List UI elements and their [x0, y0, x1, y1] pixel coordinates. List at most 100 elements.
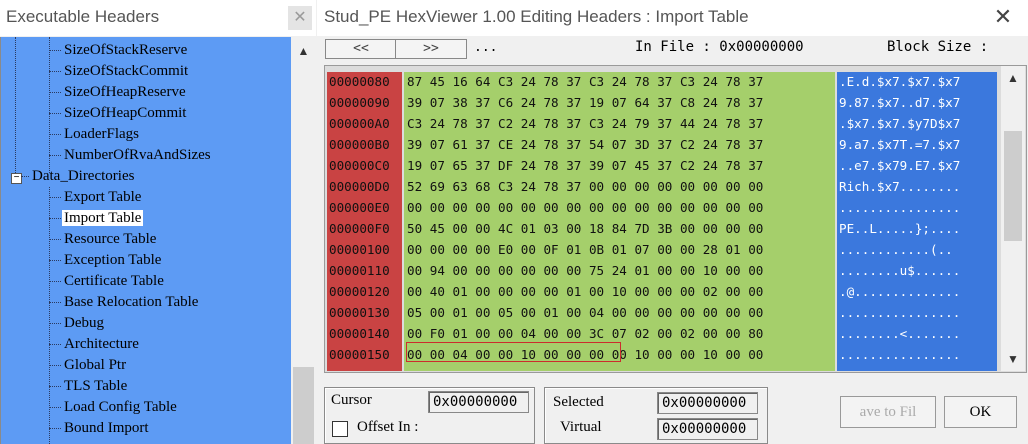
- hex-byte-row[interactable]: 50 45 00 00 4C 01 03 00 18 84 7D 3B 00 0…: [407, 218, 763, 239]
- tree-item[interactable]: SizeOfHeapReserve: [62, 82, 188, 103]
- left-window-title: Executable Headers: [6, 7, 160, 26]
- more-button[interactable]: ...: [474, 40, 497, 55]
- tree-item[interactable]: Export Table: [62, 187, 143, 208]
- scroll-up-icon[interactable]: ▲: [1001, 66, 1025, 90]
- executable-headers-window: Executable Headers ✕ − SizeOfStackReserv…: [0, 0, 316, 444]
- hex-byte-row[interactable]: 39 07 61 37 CE 24 78 37 54 07 3D 37 C2 2…: [407, 134, 763, 155]
- tree-item-label: Debug: [64, 315, 104, 331]
- hex-ascii-row[interactable]: Rich.$x7........: [839, 176, 960, 197]
- tree-scroll-thumb[interactable]: [293, 367, 314, 444]
- hex-byte-row[interactable]: C3 24 78 37 C2 24 78 37 C3 24 79 37 44 2…: [407, 113, 763, 134]
- hex-ascii-row[interactable]: PE..L.....};....: [839, 218, 960, 239]
- selection-highlight: [406, 342, 621, 362]
- tree-item[interactable]: LoaderFlags: [62, 124, 141, 145]
- header-tree: − SizeOfStackReserve SizeOfStackCommit Siz…: [0, 37, 292, 444]
- hex-byte-row[interactable]: 00 00 00 00 10 00 00 00 00 00 00 00 00 0…: [407, 365, 763, 371]
- hex-offset: 00000130: [329, 305, 390, 320]
- tree-item[interactable]: Load Config Table: [62, 397, 179, 418]
- virtual-value: 0x00000000: [657, 418, 758, 440]
- in-file-label: In File : 0x00000000: [635, 39, 804, 55]
- hex-offset: 00000140: [329, 326, 390, 341]
- hex-ascii-row[interactable]: 9.87.$x7..d7.$x7: [839, 92, 960, 113]
- hex-ascii-row[interactable]: .E.d.$x7.$x7.$x7: [839, 72, 960, 92]
- hex-offset: 00000120: [329, 284, 390, 299]
- hex-byte-grid[interactable]: 87 45 16 64 C3 24 78 37 C3 24 78 37 C3 2…: [404, 72, 835, 371]
- hex-ascii-row[interactable]: 9.a7.$x7T.=7.$x7: [839, 134, 960, 155]
- left-close-icon[interactable]: ✕: [288, 6, 312, 30]
- hex-byte-row[interactable]: 19 07 65 37 DF 24 78 37 39 07 45 37 C2 2…: [407, 155, 763, 176]
- hex-scroll-thumb[interactable]: [1004, 131, 1022, 241]
- tree-item-label: Load Config Table: [64, 399, 177, 415]
- hex-ascii-row[interactable]: ........u$......: [839, 260, 960, 281]
- offset-in-label: Offset In :: [357, 419, 419, 435]
- tree-item-label: Architecture: [64, 336, 139, 352]
- scroll-up-icon[interactable]: ▲: [291, 37, 316, 65]
- ok-button[interactable]: OK: [944, 396, 1017, 428]
- hex-ascii-row[interactable]: ................: [839, 197, 960, 218]
- tree-item-label: Data_Directories: [32, 168, 135, 184]
- tree-item-label: LoaderFlags: [64, 126, 139, 142]
- collapse-icon[interactable]: −: [11, 173, 22, 184]
- hexviewer-title: Stud_PE HexViewer 1.00 Editing Headers :…: [324, 7, 749, 26]
- tree-item[interactable]: Exception Table: [62, 250, 163, 271]
- hex-ascii-row[interactable]: ................: [839, 302, 960, 323]
- hex-byte-row[interactable]: 00 40 01 00 00 00 00 01 00 10 00 00 00 0…: [407, 281, 763, 302]
- tree-item[interactable]: Bound Import: [62, 418, 151, 439]
- hex-byte-row[interactable]: 39 07 38 37 C6 24 78 37 19 07 64 37 C8 2…: [407, 92, 763, 113]
- prev-block-button[interactable]: <<: [325, 39, 397, 59]
- tree-item-label: Import Table: [62, 210, 144, 226]
- hex-offset: 000000C0: [329, 158, 390, 173]
- hex-ascii-row[interactable]: ........<.......: [839, 323, 960, 344]
- tree-item[interactable]: Debug: [62, 313, 106, 334]
- hex-ascii-row[interactable]: ................: [839, 344, 960, 365]
- hex-toolbar: << >> ... In File : 0x00000000 Block Siz…: [317, 36, 1028, 60]
- tree-item[interactable]: SizeOfStackCommit: [62, 61, 190, 82]
- tree-item[interactable]: Certificate Table: [62, 271, 166, 292]
- tree-group-data-directories[interactable]: Data_Directories: [30, 166, 136, 187]
- tree-item[interactable]: SizeOfHeapCommit: [62, 103, 188, 124]
- hex-ascii-row[interactable]: ................: [839, 365, 960, 371]
- save-to-file-button[interactable]: ave to Fil: [840, 396, 936, 428]
- tree-item[interactable]: Architecture: [62, 334, 141, 355]
- hex-ascii-row[interactable]: .$x7.$x7.$y7D$x7: [839, 113, 960, 134]
- tree-item-label: Bound Import: [64, 420, 149, 436]
- next-block-button[interactable]: >>: [395, 39, 467, 59]
- tree-item[interactable]: Resource Table: [62, 229, 158, 250]
- block-size-label: Block Size :: [887, 39, 989, 55]
- scroll-down-icon[interactable]: ▼: [1001, 347, 1025, 371]
- tree-item-label: Global Ptr: [64, 357, 127, 373]
- tree-item[interactable]: Base Relocation Table: [62, 292, 200, 313]
- hex-scrollbar[interactable]: ▲ ▼: [1001, 66, 1025, 371]
- hex-byte-row[interactable]: 05 00 01 00 05 00 01 00 04 00 00 00 00 0…: [407, 302, 763, 323]
- hexviewer-window: Stud_PE HexViewer 1.00 Editing Headers :…: [317, 0, 1028, 444]
- tree-scrollbar[interactable]: ▲: [291, 37, 316, 444]
- hex-byte-row[interactable]: 00 00 00 00 E0 00 0F 01 0B 01 07 00 00 2…: [407, 239, 763, 260]
- tree-item[interactable]: NumberOfRvaAndSizes: [62, 145, 213, 166]
- offset-in-checkbox[interactable]: [332, 421, 348, 437]
- tree-item[interactable]: Global Ptr: [62, 355, 128, 376]
- hex-offset-column: 00000080 00000090 000000A0 000000B0 000000C0…: [327, 72, 402, 371]
- hex-offset: 00000080: [329, 74, 390, 89]
- hex-ascii-row[interactable]: .@..............: [839, 281, 960, 302]
- tree-item[interactable]: SizeOfStackReserve: [62, 40, 189, 61]
- tree-item-label: Exception Table: [64, 252, 162, 268]
- hex-offset: 000000D0: [329, 179, 390, 194]
- tree-item[interactable]: Import Table: [62, 208, 144, 229]
- close-icon[interactable]: ✕: [989, 3, 1017, 31]
- hex-byte-row[interactable]: 00 F0 01 00 00 04 00 00 3C 07 02 00 02 0…: [407, 323, 763, 344]
- hex-ascii-row[interactable]: ............(..: [839, 239, 953, 260]
- hex-offset: 00000100: [329, 242, 390, 257]
- hex-offset: 00000160: [329, 365, 390, 371]
- hex-byte-row[interactable]: 87 45 16 64 C3 24 78 37 C3 24 78 37 C3 2…: [407, 72, 763, 92]
- hex-offset: 000000E0: [329, 200, 390, 215]
- hex-ascii-column[interactable]: .E.d.$x7.$x7.$x7 9.87.$x7..d7.$x7 .$x7.$x7…: [837, 72, 997, 371]
- hex-byte-row[interactable]: 00 94 00 00 00 00 00 00 75 24 01 00 00 1…: [407, 260, 763, 281]
- selected-label: Selected: [553, 394, 604, 410]
- hex-offset: 000000F0: [329, 221, 390, 236]
- hex-ascii-row[interactable]: ..e7.$x79.E7.$x7: [839, 155, 960, 176]
- tree-item[interactable]: TLS Table: [62, 376, 129, 397]
- hex-byte-row[interactable]: 52 69 63 68 C3 24 78 37 00 00 00 00 00 0…: [407, 176, 763, 197]
- hex-byte-row[interactable]: 00 00 00 00 00 00 00 00 00 00 00 00 00 0…: [407, 197, 763, 218]
- virtual-label: Virtual: [560, 419, 602, 435]
- tree-item-label: SizeOfHeapReserve: [64, 84, 186, 100]
